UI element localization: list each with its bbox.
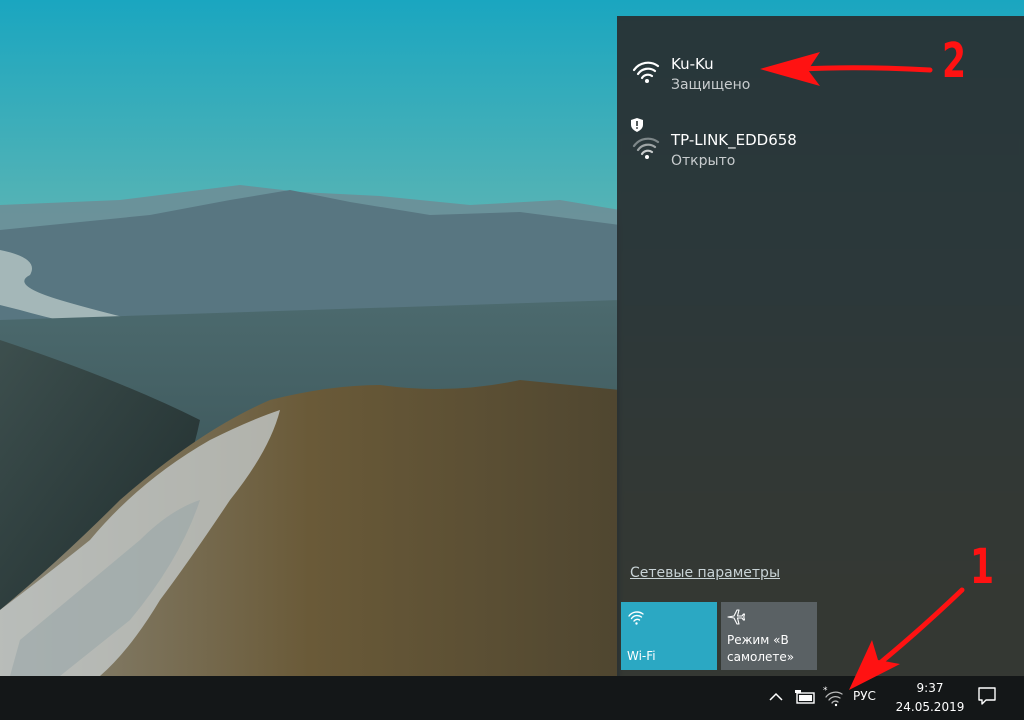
network-status: Открыто [671,153,736,169]
battery-icon[interactable] [794,689,816,705]
shield-warning-icon [631,118,643,132]
network-settings-link[interactable]: Сетевые параметры [630,565,780,581]
svg-text:*: * [823,686,828,696]
clock-time[interactable]: 9:37 [904,681,956,695]
airplane-icon [727,609,745,625]
notification-center-icon[interactable] [977,686,997,706]
network-name: TP-LINK_EDD658 [671,131,797,149]
network-flyout: Ku-Ku Защищено TP-LINK_EDD658 Открыто Се… [617,16,1024,676]
tile-label: Wi-Fi [627,649,656,663]
chevron-up-icon[interactable] [768,690,784,704]
clock-date[interactable]: 24.05.2019 [892,700,968,714]
wifi-toggle-tile[interactable]: Wi-Fi [621,602,717,670]
network-status: Защищено [671,77,751,93]
wifi-tray-icon[interactable]: * [822,685,844,707]
tile-label-line: Режим «В [727,633,789,647]
airplane-mode-tile[interactable]: Режим «В самолете» [721,602,817,670]
annotation-label-1: 1 [970,539,995,595]
tile-label: Режим «В самолете» [727,632,813,666]
wifi-icon [632,61,660,83]
language-indicator[interactable]: РУС [853,689,876,703]
tile-label-line: самолете» [727,650,795,664]
taskbar: * РУС 9:37 24.05.2019 [0,676,1024,720]
network-name: Ku-Ku [671,55,714,73]
network-item-tp-link[interactable]: TP-LINK_EDD658 Открыто [617,118,1024,190]
wifi-icon [628,611,644,625]
annotation-label-2: 2 [942,33,967,89]
wifi-open-icon [632,137,660,159]
